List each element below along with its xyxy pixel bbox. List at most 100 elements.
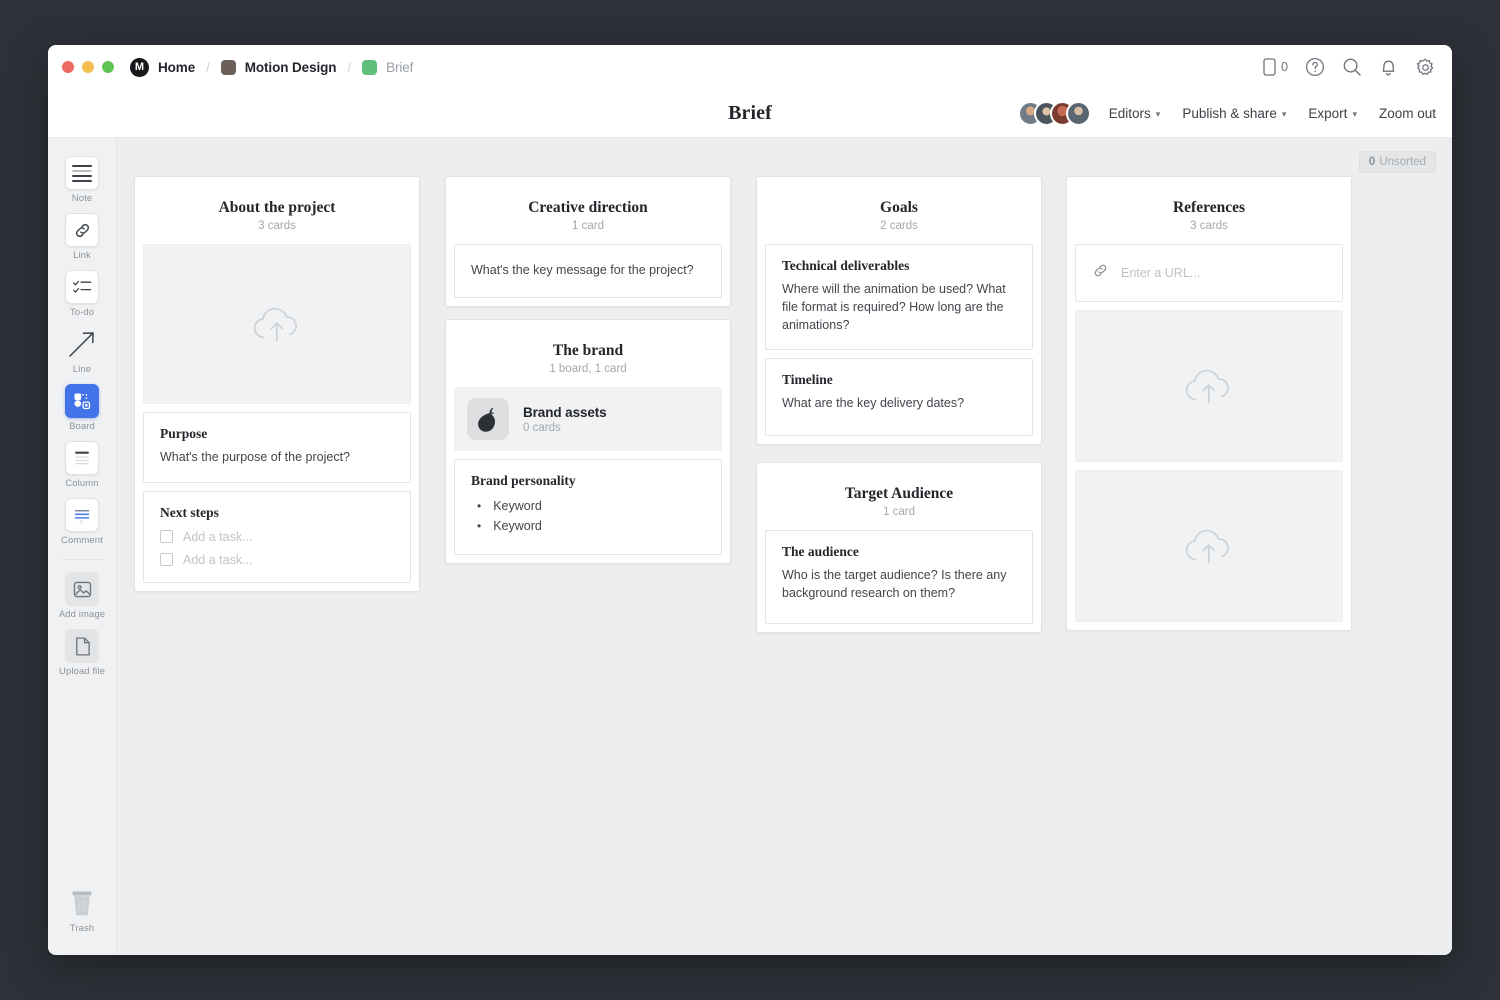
image-upload-placeholder[interactable]	[1075, 470, 1343, 622]
group-creative-direction[interactable]: Creative direction 1 card What's the key…	[445, 176, 731, 307]
board-canvas[interactable]: 0 Unsorted About the project 3 cards	[117, 138, 1452, 955]
group-about-the-project[interactable]: About the project 3 cards Purpose	[134, 176, 420, 592]
milanote-logo-icon[interactable]: M	[130, 58, 149, 77]
zoom-out-label: Zoom out	[1379, 106, 1436, 121]
sidebar-tool-line[interactable]: Line	[53, 321, 111, 378]
todo-placeholder[interactable]: Add a task...	[183, 530, 252, 544]
card-title: Timeline	[782, 372, 1016, 388]
card-purpose[interactable]: Purpose What's the purpose of the projec…	[143, 412, 411, 483]
help-circle-icon[interactable]	[1305, 57, 1325, 77]
editors-avatars[interactable]	[1018, 101, 1091, 126]
group-title: Target Audience	[773, 485, 1025, 503]
list-item[interactable]: • Keyword	[471, 496, 705, 516]
mobile-device-count: 0	[1281, 60, 1288, 74]
sidebar-trash[interactable]: Trash	[53, 880, 111, 937]
image-upload-placeholder[interactable]	[143, 244, 411, 404]
card-brand-personality[interactable]: Brand personality • Keyword • Keyword	[454, 459, 722, 555]
app-window: M Home / Motion Design / Brief 0	[48, 45, 1452, 955]
card-the-audience[interactable]: The audience Who is the target audience?…	[765, 530, 1033, 624]
group-the-brand[interactable]: The brand 1 board, 1 card Brand assets	[445, 319, 731, 564]
editors-menu[interactable]: Editors ▾	[1109, 106, 1161, 121]
sidebar-tool-label: Link	[53, 250, 111, 261]
minimize-window-button[interactable]	[82, 61, 94, 73]
bell-icon[interactable]	[1379, 57, 1398, 77]
card-title: Technical deliverables	[782, 258, 1016, 274]
cloud-upload-icon	[249, 302, 305, 346]
list-item[interactable]: • Keyword	[471, 516, 705, 536]
todo-checkbox[interactable]	[160, 553, 173, 566]
sidebar-divider	[62, 559, 102, 560]
breadcrumb-project-swatch	[221, 60, 236, 75]
titlebar-actions: 0	[1263, 45, 1436, 89]
group-card-count: 1 card	[773, 506, 1025, 518]
sidebar-tool-upload-file[interactable]: Upload file	[53, 623, 111, 680]
group-header: The brand 1 board, 1 card	[454, 328, 722, 387]
card-timeline[interactable]: Timeline What are the key delivery dates…	[765, 358, 1033, 436]
todo-item[interactable]: Add a task...	[160, 530, 394, 544]
breadcrumb-board[interactable]: Brief	[386, 60, 413, 75]
publish-share-menu[interactable]: Publish & share ▾	[1182, 106, 1286, 121]
keyword-text: Keyword	[493, 519, 542, 533]
card-body: What's the purpose of the project?	[160, 449, 394, 467]
column-icon	[65, 441, 99, 475]
export-menu[interactable]: Export ▾	[1308, 106, 1357, 121]
sidebar-tool-label: To-do	[53, 307, 111, 318]
link-icon	[65, 213, 99, 247]
chevron-down-icon: ▾	[1156, 109, 1161, 120]
sidebar-tool-board[interactable]: Board	[53, 378, 111, 435]
board-groups-layer: About the project 3 cards Purpose	[117, 138, 1452, 955]
card-body: Where will the animation be used? What f…	[782, 281, 1016, 334]
todo-placeholder[interactable]: Add a task...	[183, 553, 252, 567]
board-header: Brief Editors ▾ Publish & share ▾ Export…	[48, 89, 1452, 138]
board-icon	[65, 384, 99, 418]
mobile-devices-button[interactable]: 0	[1263, 58, 1288, 76]
card-title: Purpose	[160, 426, 394, 442]
group-title: Goals	[773, 199, 1025, 217]
url-input[interactable]: Enter a URL...	[1121, 266, 1200, 280]
todo-checkbox[interactable]	[160, 530, 173, 543]
zoom-out-button[interactable]: Zoom out	[1379, 106, 1436, 121]
group-references[interactable]: References 3 cards Enter a URL...	[1066, 176, 1352, 631]
group-card-count: 3 cards	[1083, 220, 1335, 232]
header-actions: Editors ▾ Publish & share ▾ Export ▾ Zoo…	[1018, 89, 1436, 138]
sidebar-tool-comment[interactable]: Comment	[53, 492, 111, 549]
maximize-window-button[interactable]	[102, 61, 114, 73]
todo-item[interactable]: Add a task...	[160, 553, 394, 567]
sidebar-tool-label: Board	[53, 421, 111, 432]
close-window-button[interactable]	[62, 61, 74, 73]
group-target-audience[interactable]: Target Audience 1 card The audience Who …	[756, 462, 1042, 633]
card-title: Next steps	[160, 505, 394, 521]
search-icon[interactable]	[1342, 57, 1362, 77]
breadcrumb: M Home / Motion Design / Brief	[130, 58, 413, 77]
card-key-message[interactable]: What's the key message for the project?	[454, 244, 722, 298]
group-goals[interactable]: Goals 2 cards Technical deliverables Whe…	[756, 176, 1042, 445]
sidebar-tool-todo[interactable]: To-do	[53, 264, 111, 321]
sidebar-tool-note[interactable]: Note	[53, 150, 111, 207]
sidebar-tool-column[interactable]: Column	[53, 435, 111, 492]
gear-icon[interactable]	[1415, 57, 1436, 78]
sidebar-tool-link[interactable]: Link	[53, 207, 111, 264]
breadcrumb-home[interactable]: Home	[158, 60, 195, 75]
sidebar-tool-add-image[interactable]: Add image	[53, 566, 111, 623]
breadcrumb-project[interactable]: Motion Design	[245, 60, 337, 75]
card-next-steps[interactable]: Next steps Add a task... Add a task...	[143, 491, 411, 583]
image-upload-placeholder[interactable]	[1075, 310, 1343, 462]
group-header: Target Audience 1 card	[765, 471, 1033, 530]
keyword-text: Keyword	[493, 499, 542, 513]
subboard-card-count: 0 cards	[523, 422, 607, 434]
group-card-count: 1 card	[462, 220, 714, 232]
subboard-brand-assets[interactable]: Brand assets 0 cards	[454, 387, 722, 451]
sidebar-tool-label: Add image	[53, 609, 111, 620]
link-icon	[1092, 262, 1109, 284]
group-card: Target Audience 1 card The audience Who …	[756, 462, 1042, 633]
group-title: Creative direction	[462, 199, 714, 217]
group-card: The brand 1 board, 1 card Brand assets	[445, 319, 731, 564]
bullet-icon: •	[477, 500, 481, 512]
card-technical-deliverables[interactable]: Technical deliverables Where will the an…	[765, 244, 1033, 350]
avatar[interactable]	[1066, 101, 1091, 126]
editors-label: Editors	[1109, 106, 1151, 121]
group-card: Creative direction 1 card What's the key…	[445, 176, 731, 307]
url-input-card[interactable]: Enter a URL...	[1075, 244, 1343, 302]
group-header: Creative direction 1 card	[454, 185, 722, 244]
chevron-down-icon: ▾	[1282, 109, 1287, 120]
